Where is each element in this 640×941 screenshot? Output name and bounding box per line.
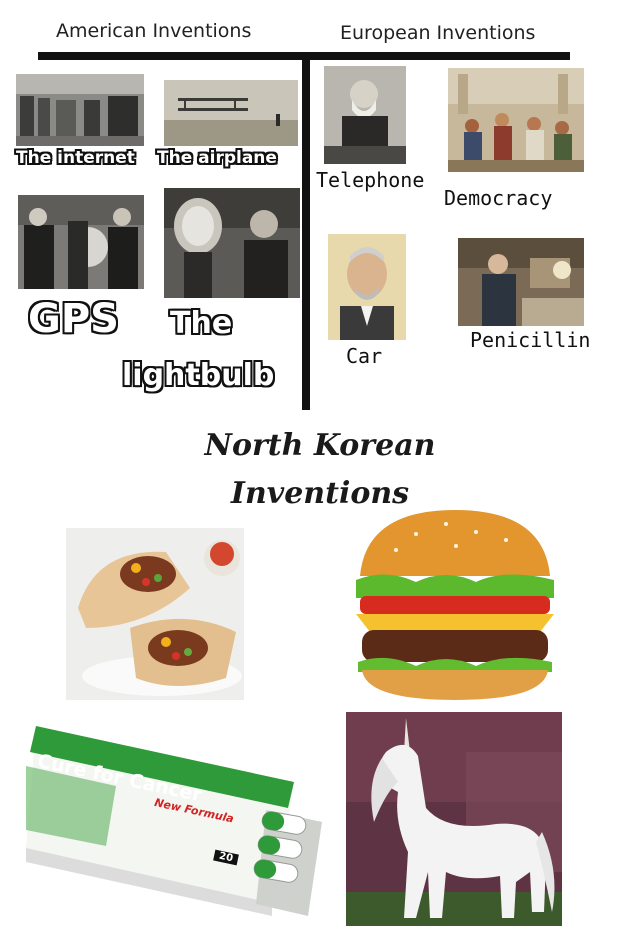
american-inventions-header: American Inventions xyxy=(56,20,252,42)
burrito-photo xyxy=(66,528,244,700)
penicillin-photo xyxy=(458,238,584,326)
car-photo xyxy=(328,234,406,340)
north-korean-title-line1: North Korean xyxy=(204,428,436,463)
democracy-label: Democracy xyxy=(444,186,553,210)
vertical-divider xyxy=(302,52,310,410)
penicillin-label: Penicillin xyxy=(470,328,591,352)
unicorn-photo xyxy=(346,712,562,926)
gps-label: GPS xyxy=(28,296,119,342)
telephone-label: Telephone xyxy=(316,168,425,192)
lightbulb-photo xyxy=(164,188,300,298)
cure-for-cancer-box: Cure for Cancer New Formula 20 xyxy=(26,726,326,916)
gps-photo xyxy=(18,195,144,289)
car-label: Car xyxy=(346,344,383,368)
telephone-photo xyxy=(324,66,406,164)
airplane-photo xyxy=(164,80,298,146)
airplane-label: The airplane xyxy=(157,148,277,168)
internet-photo xyxy=(16,74,144,146)
hamburger-photo xyxy=(356,510,554,702)
lightbulb-label-line2: lightbulb xyxy=(122,358,275,393)
internet-label: The internet xyxy=(16,148,135,168)
lightbulb-label-line1: The xyxy=(170,306,233,341)
european-inventions-header: European Inventions xyxy=(340,22,536,44)
democracy-photo xyxy=(448,68,584,172)
